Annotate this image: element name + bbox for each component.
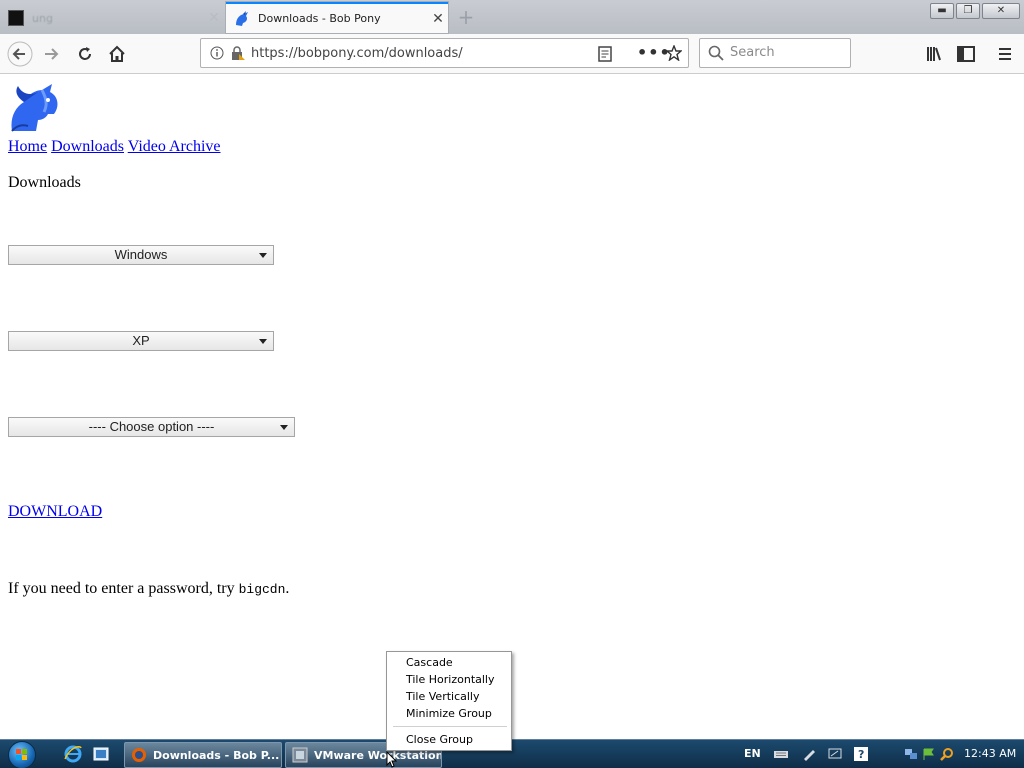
tab-background[interactable]: ung ✕ [0,2,224,34]
system-clock[interactable]: 12:43 AM [964,747,1016,760]
option-select-value: ---- Choose option ---- [88,419,215,434]
web-page: Home Downloads Video Archive Downloads W… [0,75,1024,739]
navigation-toolbar: https://bobpony.com/downloads/ ••• [0,34,1024,74]
nav-link-video-archive[interactable]: Video Archive [128,138,221,155]
taskbar-button-label: Downloads - Bob P... [153,748,280,762]
tablet-input-icon[interactable] [828,747,842,761]
page-title: Downloads [8,174,81,191]
home-button[interactable] [103,40,131,68]
info-icon [210,46,224,60]
minimize-window-button[interactable]: ▬ [930,3,954,19]
library-button[interactable] [920,40,948,68]
close-tab-icon[interactable]: ✕ [428,11,448,27]
close-tab-icon[interactable]: ✕ [204,10,224,26]
menu-item-minimize-group[interactable]: Minimize Group [387,705,511,722]
terminal-icon [8,10,24,26]
lock-icon [232,46,245,60]
chevron-down-icon [259,253,267,258]
system-tray: EN ? 12:43 AM [742,740,1024,768]
pony-favicon-icon [234,10,250,27]
search-input[interactable] [730,45,845,60]
internet-explorer-icon[interactable] [64,745,82,763]
menu-item-close-group[interactable]: Close Group [387,731,511,748]
version-select[interactable]: XP [8,331,274,351]
language-indicator[interactable]: EN [744,747,761,760]
forward-button[interactable] [38,40,66,68]
os-select[interactable]: Windows [8,245,274,265]
open-menu-button[interactable] [991,40,1019,68]
keyboard-icon[interactable] [774,747,788,761]
pen-tool-icon[interactable] [802,747,816,761]
mouse-cursor-icon [386,751,398,768]
security-flag-icon[interactable] [922,747,936,761]
restore-window-button[interactable]: ❐ [956,3,980,19]
reload-button[interactable] [71,40,99,68]
search-bar[interactable] [699,38,851,68]
arrow-left-icon [7,41,33,67]
taskbar: Downloads - Bob P... VMware Workstation … [0,739,1024,768]
network-icon[interactable] [904,747,918,761]
taskbar-group-context-menu: Cascade Tile Horizontally Tile Verticall… [386,651,512,751]
nav-link-downloads[interactable]: Downloads [51,138,124,155]
vmware-icon [292,747,308,763]
password-note: If you need to enter a password, try big… [8,580,289,598]
reader-view-icon [598,46,612,62]
password-note-text: If you need to enter a password, try [8,580,235,597]
sidebar-icon [957,46,975,62]
download-link[interactable]: DOWNLOAD [8,503,102,521]
url-bar[interactable]: https://bobpony.com/downloads/ ••• [200,38,689,68]
hamburger-menu-icon [999,48,1011,60]
tab-title: ung [32,11,53,25]
tab-strip: ung ✕ Downloads - Bob Pony ✕ + ▬ ❐ ✕ [0,0,1024,34]
site-navigation: Home Downloads Video Archive [8,138,221,156]
os-select-value: Windows [114,247,168,262]
back-button[interactable] [6,40,34,68]
menu-item-tile-horizontally[interactable]: Tile Horizontally [387,671,511,688]
chevron-down-icon [280,425,288,430]
windows-logo-icon [16,749,27,760]
option-select[interactable]: ---- Choose option ---- [8,417,295,437]
reload-icon [79,47,91,60]
help-icon[interactable]: ? [854,747,868,761]
sidebar-button[interactable] [952,40,980,68]
new-tab-button[interactable]: + [455,5,477,29]
password-note-suffix: . [285,580,290,597]
library-icon [927,47,941,61]
tab-downloads[interactable]: Downloads - Bob Pony ✕ [226,2,448,33]
url-text[interactable]: https://bobpony.com/downloads/ [251,46,463,61]
show-desktop-icon[interactable] [92,745,110,763]
svg-text:?: ? [858,748,864,761]
close-window-button[interactable]: ✕ [982,3,1020,19]
arrow-right-icon [45,48,59,60]
version-select-value: XP [132,333,150,348]
menu-item-cascade[interactable]: Cascade [387,654,511,671]
bob-pony-logo[interactable] [8,84,60,139]
search-icon [708,45,724,61]
menu-separator [393,726,507,727]
home-icon [109,45,125,62]
start-button[interactable] [8,741,36,768]
firefox-icon [132,748,146,762]
password-value: bigcdn [238,582,286,597]
search-tray-icon[interactable] [940,747,954,761]
tab-title: Downloads - Bob Pony [258,12,381,25]
taskbar-button-firefox[interactable]: Downloads - Bob P... [124,742,282,768]
star-icon [666,45,682,61]
nav-link-home[interactable]: Home [8,138,47,155]
menu-item-tile-vertically[interactable]: Tile Vertically [387,688,511,705]
chevron-down-icon [259,339,267,344]
